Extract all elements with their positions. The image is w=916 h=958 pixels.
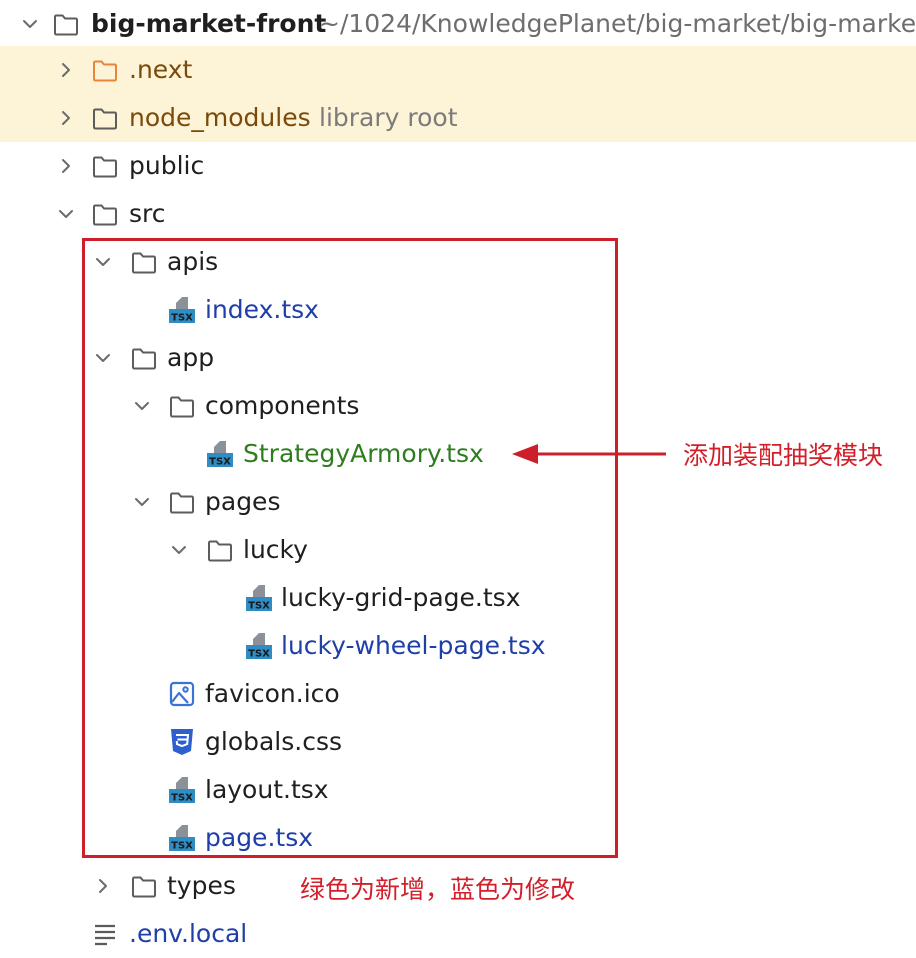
project-path: ~/1024/KnowledgePlanet/big-market/big-ma… [319,9,916,38]
chevron-right-icon[interactable] [95,878,111,894]
chevron-down-icon[interactable] [22,16,38,32]
project-name: big-market-front [91,9,327,38]
annotation-arrow-icon [512,444,666,464]
excluded-folder-icon [92,59,118,81]
chevron-right-icon[interactable] [58,62,74,78]
tree-row-root[interactable]: big-market-front ~/1024/KnowledgePlanet/… [0,0,916,48]
folder-label-node-modules: node_modules [129,103,311,132]
armory-annotation-text: 添加装配抽奖模块 [683,441,884,470]
tree-row-node-modules[interactable]: node_modules library root [0,94,916,142]
chevron-right-icon[interactable] [58,158,74,174]
folder-icon [53,13,79,35]
folder-label-next: .next [129,55,193,84]
tree-row-next[interactable]: .next [0,46,916,94]
legend-annotation-text: 绿色为新增，蓝色为修改 [300,875,576,904]
folder-label-src: src [129,199,166,228]
library-root-tag: library root [319,103,458,132]
folder-label-public: public [129,151,205,180]
chevron-right-icon[interactable] [58,110,74,126]
annotation-frame [82,238,618,858]
tree-row-public[interactable]: public [0,142,916,190]
tree-row-env-local[interactable]: .env.local [0,910,916,958]
folder-label-types: types [167,871,236,900]
folder-icon [131,875,157,897]
file-label-env-local: .env.local [129,919,248,948]
text-file-icon [92,919,120,949]
folder-icon [92,203,118,225]
chevron-down-icon[interactable] [58,206,74,222]
tree-row-src[interactable]: src [0,190,916,238]
folder-icon [92,107,118,129]
folder-icon [92,155,118,177]
